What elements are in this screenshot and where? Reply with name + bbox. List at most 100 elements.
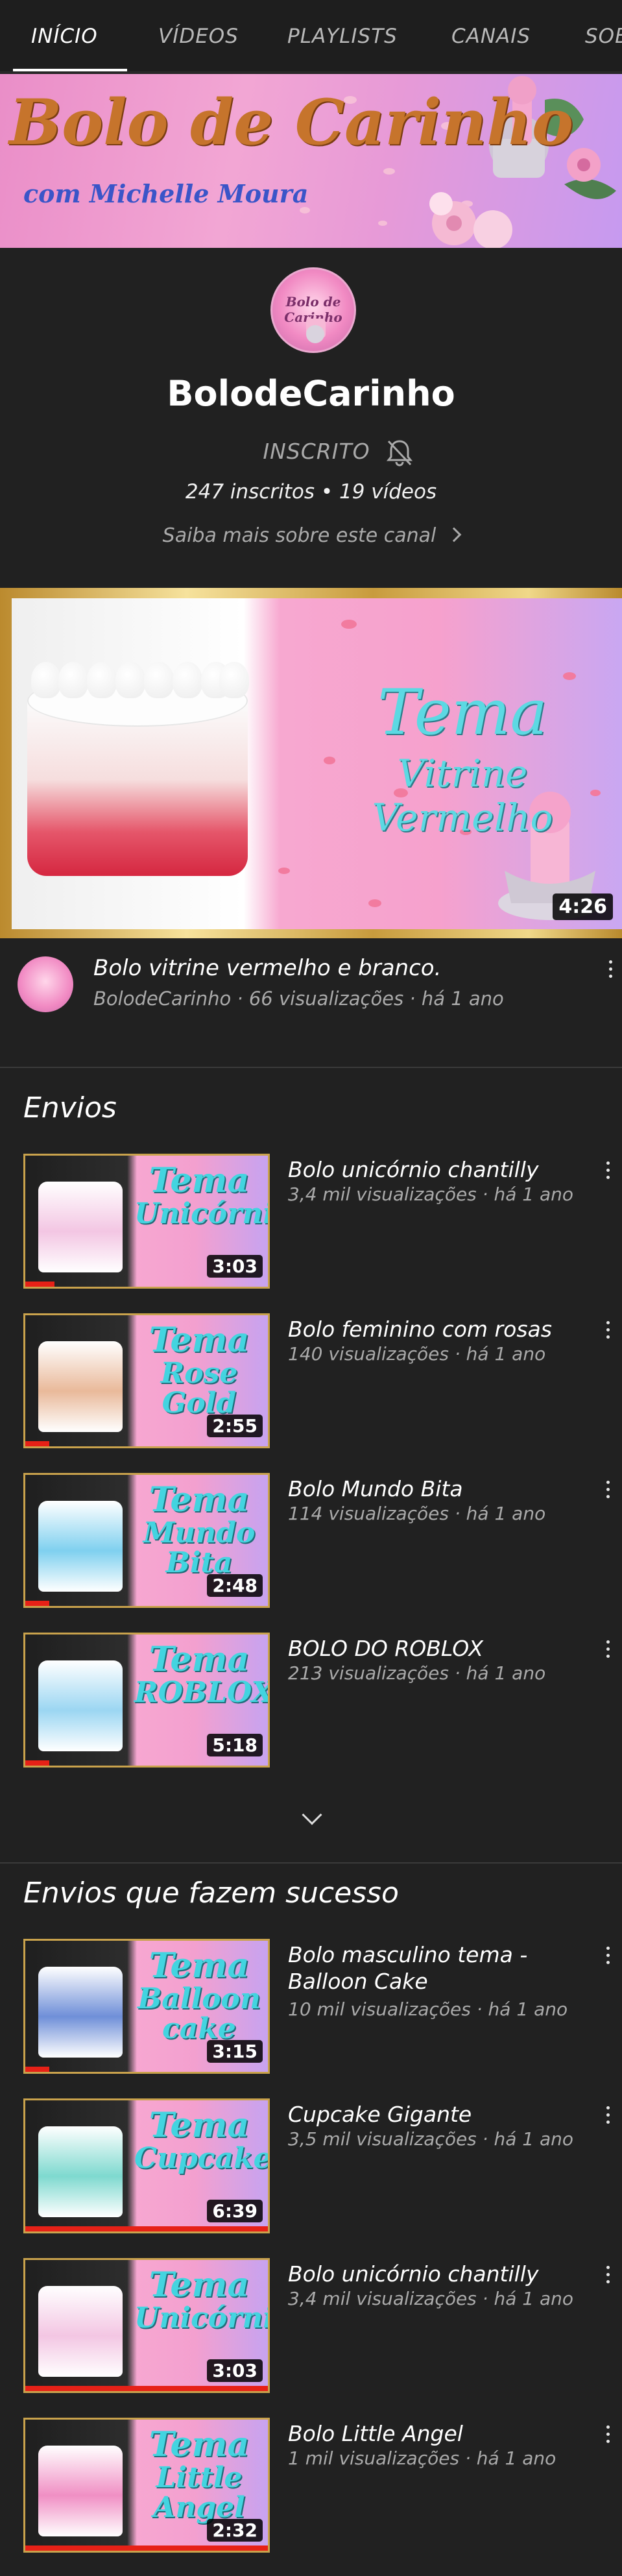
tab-inicio[interactable]: INÍCIO bbox=[31, 0, 98, 71]
video-title[interactable]: Cupcake Gigante bbox=[288, 2101, 586, 2128]
video-duration: 2:55 bbox=[207, 1415, 263, 1437]
channel-avatar[interactable]: Bolo de Carinho bbox=[270, 267, 356, 353]
section-divider bbox=[0, 1862, 622, 1864]
popular-video-row[interactable]: Tema Cupcake 6:39 Cupcake Gigante 3,5 mil vi… bbox=[0, 2098, 622, 2235]
uploads-video-row[interactable]: Tema Mundo Bita 2:48 Bolo Mundo Bita 114 vis… bbox=[0, 1473, 622, 1609]
thumbnail-title-line2: ROBLOX bbox=[134, 1675, 270, 1709]
more-options-icon[interactable] bbox=[607, 956, 614, 982]
thumbnail-title-line1: Tema bbox=[149, 1640, 250, 1679]
more-options-icon[interactable] bbox=[604, 2262, 611, 2288]
video-title[interactable]: Bolo Little Angel bbox=[288, 2420, 586, 2447]
video-meta: 3,4 mil visualizações · há 1 ano bbox=[288, 2288, 574, 2309]
thumbnail-title-line1: Tema bbox=[149, 2265, 250, 2305]
video-title[interactable]: Bolo unicórnio chantilly bbox=[288, 1156, 586, 1183]
popular-section-title: Envios que fazem sucesso bbox=[23, 1877, 399, 1910]
mixer-icon bbox=[306, 319, 326, 343]
video-meta: 1 mil visualizações · há 1 ano bbox=[288, 2448, 556, 2469]
subscribed-button[interactable]: INSCRITO bbox=[258, 433, 375, 470]
cake-image bbox=[38, 1660, 123, 1751]
about-label: Saiba mais sobre este canal bbox=[162, 524, 437, 547]
cake-image bbox=[38, 1341, 123, 1432]
video-thumbnail[interactable]: Tema Little Angel 2:32 bbox=[23, 2418, 270, 2553]
watch-progress-bar bbox=[25, 1601, 50, 1606]
cake-image bbox=[38, 1182, 123, 1272]
thumbnail-title-line2: Rose Gold bbox=[160, 1356, 238, 1420]
thumbnail-title-line2: Little Angel bbox=[153, 2461, 245, 2524]
about-channel-link[interactable]: Saiba mais sobre este canal bbox=[0, 524, 622, 547]
video-duration: 2:32 bbox=[207, 2519, 263, 2542]
video-thumbnail[interactable]: Tema Balloon cake 3:15 bbox=[23, 1939, 270, 2074]
thumbnail-title-line1: Tema bbox=[149, 2106, 250, 2145]
video-title[interactable]: Bolo feminino com rosas bbox=[288, 1316, 586, 1343]
channel-name: BolodeCarinho bbox=[167, 373, 455, 414]
uploads-video-row[interactable]: TemaUnicórnio 3:03 Bolo unicórnio chantill… bbox=[0, 1154, 622, 1290]
more-options-icon[interactable] bbox=[604, 2422, 611, 2448]
video-thumbnail[interactable]: Tema ROBLOX 5:18 bbox=[23, 1633, 270, 1768]
banner-title: Bolo de Carinho bbox=[9, 86, 573, 159]
featured-video-thumbnail[interactable]: Tema Vitrine Vermelho 4:26 bbox=[0, 588, 622, 938]
featured-video-info[interactable]: Bolo vitrine vermelho e branco. BolodeCa… bbox=[0, 940, 622, 1050]
more-options-icon[interactable] bbox=[604, 1158, 611, 1184]
cake-image bbox=[38, 2446, 123, 2536]
thumbnail-title: Tema ROBLOX bbox=[134, 1640, 270, 1709]
video-title[interactable]: Bolo masculino tema - Balloon Cake bbox=[288, 1941, 586, 1995]
uploads-video-row[interactable]: Tema ROBLOX 5:18 BOLO DO ROBLOX 213 visualiz… bbox=[0, 1633, 622, 1769]
popular-video-row[interactable]: Tema Balloon cake 3:15 Bolo masculino tema … bbox=[0, 1939, 622, 2075]
more-options-icon[interactable] bbox=[604, 1477, 611, 1503]
video-thumbnail[interactable]: Tema Cupcake 6:39 bbox=[23, 2098, 270, 2233]
video-meta: 114 visualizações · há 1 ano bbox=[288, 1503, 546, 1524]
thumbnail-title: TemaUnicórnio bbox=[134, 1163, 268, 1230]
video-duration: 6:39 bbox=[207, 2200, 263, 2222]
uploads-video-row[interactable]: Tema Rose Gold 2:55 Bolo feminino com rosas… bbox=[0, 1313, 622, 1450]
featured-thumb-line1: Tema bbox=[377, 676, 547, 749]
thumbnail-title-line2: Unicórnio bbox=[134, 2301, 268, 2335]
video-title[interactable]: Bolo Mundo Bita bbox=[288, 1476, 586, 1502]
more-options-icon[interactable] bbox=[604, 2102, 611, 2128]
thumbnail-title: TemaUnicórnio bbox=[134, 2265, 268, 2335]
thumbnail-title-line1: Tema bbox=[149, 2425, 250, 2464]
cake-image bbox=[38, 1967, 123, 2058]
featured-video-title[interactable]: Bolo vitrine vermelho e branco. bbox=[93, 955, 441, 981]
thumbnail-title-line2: Cupcake bbox=[134, 2141, 270, 2175]
thumbnail-title: Tema Cupcake bbox=[134, 2106, 270, 2175]
uploads-section-title: Envios bbox=[23, 1091, 117, 1124]
more-options-icon[interactable] bbox=[604, 1943, 611, 1969]
video-title[interactable]: BOLO DO ROBLOX bbox=[288, 1635, 586, 1662]
thumbnail-title: Tema Mundo Bita bbox=[134, 1480, 264, 1578]
tab-playlists[interactable]: PLAYLISTS bbox=[287, 0, 398, 71]
expand-chevron-down-icon[interactable] bbox=[302, 1804, 322, 1825]
featured-cake-image bbox=[27, 662, 249, 899]
watch-progress-bar bbox=[25, 1760, 50, 1766]
video-meta: 3,4 mil visualizações · há 1 ano bbox=[288, 1184, 574, 1205]
watch-progress-bar bbox=[25, 2226, 268, 2231]
popular-video-row[interactable]: TemaUnicórnio 3:03 Bolo unicórnio chantill… bbox=[0, 2258, 622, 2394]
video-thumbnail[interactable]: Tema Mundo Bita 2:48 bbox=[23, 1473, 270, 1608]
video-title[interactable]: Bolo unicórnio chantilly bbox=[288, 2261, 586, 2287]
more-options-icon[interactable] bbox=[604, 1317, 611, 1343]
tab-videos[interactable]: VÍDEOS bbox=[158, 0, 239, 71]
video-thumbnail[interactable]: TemaUnicórnio 3:03 bbox=[23, 2258, 270, 2393]
video-thumbnail[interactable]: TemaUnicórnio 3:03 bbox=[23, 1154, 270, 1289]
thumbnail-title-line1: Tema bbox=[149, 1480, 250, 1520]
watch-progress-bar bbox=[25, 1282, 54, 1287]
video-thumbnail[interactable]: Tema Rose Gold 2:55 bbox=[23, 1313, 270, 1448]
featured-thumb-line2: Vitrine Vermelho bbox=[372, 751, 553, 840]
watch-progress-bar bbox=[25, 2386, 268, 2391]
cake-image bbox=[38, 2286, 123, 2377]
banner-subtitle: com Michelle Moura bbox=[23, 179, 309, 208]
bell-off-icon[interactable] bbox=[385, 437, 414, 467]
video-meta: 10 mil visualizações · há 1 ano bbox=[288, 1999, 568, 2020]
tab-canais[interactable]: CANAIS bbox=[451, 0, 531, 71]
video-meta: 3,5 mil visualizações · há 1 ano bbox=[288, 2128, 574, 2150]
popular-video-row[interactable]: Tema Little Angel 2:32 Bolo Little Angel 1 m… bbox=[0, 2418, 622, 2554]
active-tab-indicator bbox=[13, 69, 127, 71]
featured-channel-avatar[interactable] bbox=[18, 956, 73, 1012]
cake-image bbox=[38, 2126, 123, 2217]
tab-sobre[interactable]: SOBRE bbox=[585, 0, 622, 71]
watch-progress-bar bbox=[25, 1441, 50, 1446]
cake-image bbox=[38, 1501, 123, 1592]
thumbnail-title-line2: Unicórnio bbox=[134, 1197, 268, 1230]
channel-tabs: INÍCIO VÍDEOS PLAYLISTS CANAIS SOBRE bbox=[0, 0, 622, 73]
more-options-icon[interactable] bbox=[604, 1636, 611, 1662]
featured-thumb-title: Tema Vitrine Vermelho bbox=[310, 676, 615, 840]
